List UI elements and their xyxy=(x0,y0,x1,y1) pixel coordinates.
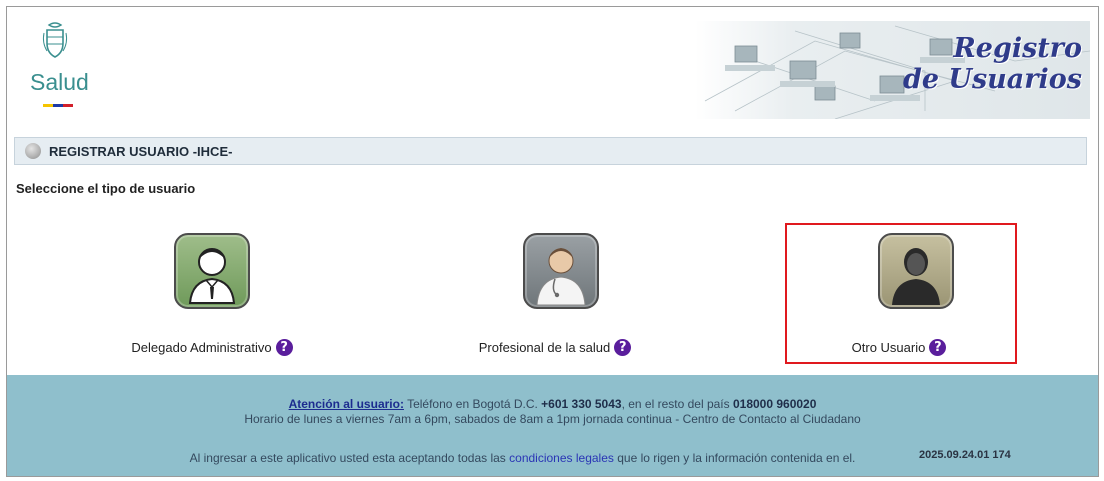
attention-link[interactable]: Atención al usuario: xyxy=(289,397,404,411)
banner-title: Registro de Usuarios xyxy=(903,33,1082,95)
legal-prefix: Al ingresar a este aplicativo usted esta… xyxy=(189,451,510,465)
version-number: 2025.09.24.01 174 xyxy=(919,449,1011,461)
coat-of-arms-icon xyxy=(42,22,68,58)
bullet-icon xyxy=(25,143,41,159)
colombia-flag-stripe xyxy=(43,104,73,107)
option-label: Profesional de la salud xyxy=(478,340,611,355)
phone-middle: , en el resto del país xyxy=(621,397,733,411)
page-frame: Salud Registro de Usuarios REGISTRAR USU… xyxy=(6,6,1099,477)
banner-title-line2: de Usuarios xyxy=(902,64,1082,95)
legal-suffix: que lo rigen y la información contenida … xyxy=(613,451,856,465)
option-label-row: Delegado Administrativo ? xyxy=(102,339,322,356)
phone-bogota: +601 330 5043 xyxy=(541,397,622,411)
selected-option-highlight xyxy=(785,223,1017,364)
footer-hours: Horario de lunes a viernes 7am a 6pm, sa… xyxy=(244,412,861,426)
header: Salud Registro de Usuarios xyxy=(7,7,1098,125)
footer-contact-line: Atención al usuario: Teléfono en Bogotá … xyxy=(7,397,1098,411)
business-user-icon[interactable] xyxy=(174,233,250,309)
option-delegado-administrativo[interactable]: Delegado Administrativo ? xyxy=(102,231,322,356)
option-label: Delegado Administrativo xyxy=(131,340,272,355)
option-label-row: Profesional de la salud ? xyxy=(445,339,665,356)
footer-legal-line: Al ingresar a este aplicativo usted esta… xyxy=(7,451,1068,465)
phone-national: 018000 960020 xyxy=(732,397,817,411)
section-titlebar: REGISTRAR USUARIO -IHCE- xyxy=(14,137,1087,165)
help-icon[interactable]: ? xyxy=(275,339,293,356)
page-subtitle: Seleccione el tipo de usuario xyxy=(16,181,196,196)
legal-conditions-link[interactable]: condiciones legales xyxy=(509,451,614,465)
doctor-icon[interactable] xyxy=(523,233,599,309)
salud-logo-text: Salud xyxy=(30,69,89,95)
phone-prefix: Teléfono en Bogotá D.C. xyxy=(403,397,542,411)
option-profesional-salud[interactable]: Profesional de la salud ? xyxy=(445,231,665,356)
help-icon[interactable]: ? xyxy=(614,339,632,356)
salud-logo: Salud xyxy=(27,21,97,121)
section-title: REGISTRAR USUARIO -IHCE- xyxy=(49,143,233,159)
registro-banner: Registro de Usuarios xyxy=(695,21,1090,119)
footer: Atención al usuario: Teléfono en Bogotá … xyxy=(7,375,1098,476)
banner-title-line1: Registro xyxy=(953,33,1082,64)
